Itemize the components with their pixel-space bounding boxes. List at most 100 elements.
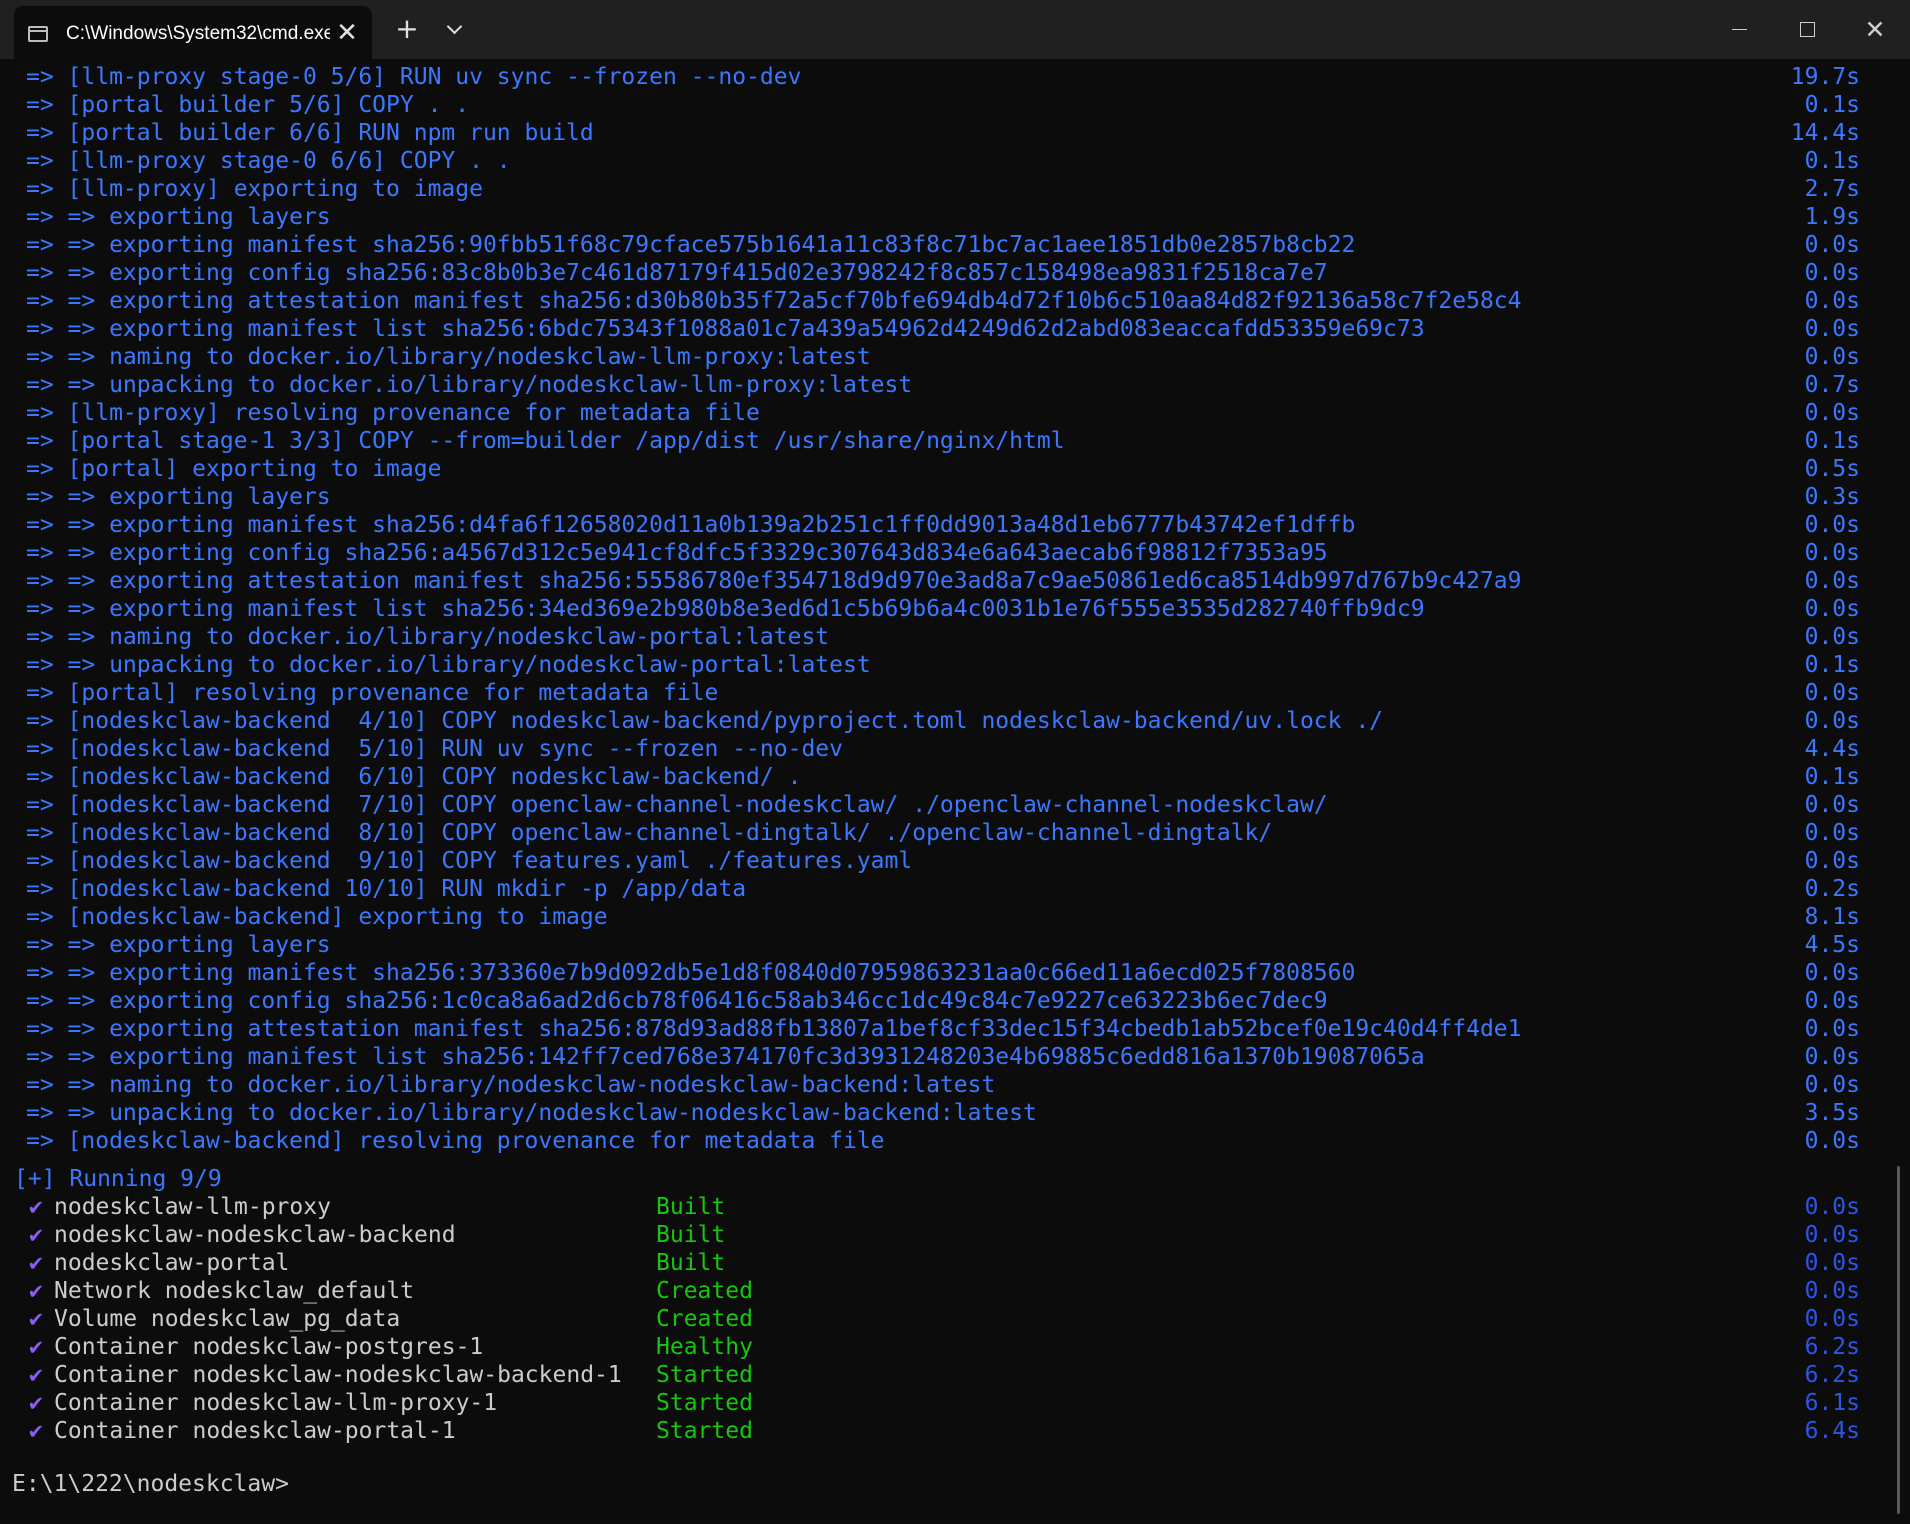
log-text: => [llm-proxy] resolving provenance for … xyxy=(26,400,760,426)
log-duration: 0.1s xyxy=(1804,148,1860,174)
log-line: => [nodeskclaw-backend 8/10] COPY opencl… xyxy=(0,819,1890,847)
log-text: => => unpacking to docker.io/library/nod… xyxy=(26,372,913,398)
log-duration: 19.7s xyxy=(1790,64,1860,90)
log-text: => => naming to docker.io/library/nodesk… xyxy=(26,624,830,650)
log-line: => [llm-proxy stage-0 5/6] RUN uv sync -… xyxy=(0,63,1890,91)
service-name: Volume nodeskclaw_pg_data xyxy=(54,1306,401,1332)
check-icon: ✔ xyxy=(29,1194,43,1220)
log-text: => [nodeskclaw-backend] resolving proven… xyxy=(26,1128,885,1154)
log-line: => [nodeskclaw-backend 7/10] COPY opencl… xyxy=(0,791,1890,819)
log-duration: 0.3s xyxy=(1804,484,1860,510)
log-text: => => exporting config sha256:83c8b0b3e7… xyxy=(26,260,1328,286)
log-duration: 0.1s xyxy=(1804,92,1860,118)
check-icon: ✔ xyxy=(29,1306,43,1332)
log-line: => => exporting manifest list sha256:34e… xyxy=(0,595,1890,623)
service-name: nodeskclaw-portal xyxy=(54,1250,290,1276)
log-text: => => exporting layers xyxy=(26,484,331,510)
log-duration: 0.0s xyxy=(1804,540,1860,566)
close-tab-icon[interactable]: ✕ xyxy=(332,18,362,48)
log-line: => => exporting attestation manifest sha… xyxy=(0,567,1890,595)
tab-title: C:\Windows\System32\cmd.exe xyxy=(66,23,330,44)
log-line: => => exporting config sha256:83c8b0b3e7… xyxy=(0,259,1890,287)
service-row: ✔ Volume nodeskclaw_pg_data Created 0.0s xyxy=(0,1305,1890,1333)
service-name: nodeskclaw-nodeskclaw-backend xyxy=(54,1222,456,1248)
log-duration: 0.0s xyxy=(1804,568,1860,594)
log-line: => => unpacking to docker.io/library/nod… xyxy=(0,371,1890,399)
service-name: Container nodeskclaw-postgres-1 xyxy=(54,1334,484,1360)
log-duration: 0.0s xyxy=(1804,1016,1860,1042)
log-line: => => exporting layers 0.3s xyxy=(0,483,1890,511)
log-text: => [nodeskclaw-backend 10/10] RUN mkdir … xyxy=(26,876,747,902)
service-duration: 0.0s xyxy=(1804,1278,1860,1304)
new-tab-button[interactable]: + xyxy=(392,14,422,44)
log-text: => [nodeskclaw-backend] exporting to ima… xyxy=(26,904,608,930)
service-name: Container nodeskclaw-llm-proxy-1 xyxy=(54,1390,498,1416)
log-duration: 4.4s xyxy=(1804,736,1860,762)
log-text: => => unpacking to docker.io/library/nod… xyxy=(26,652,871,678)
service-duration: 0.0s xyxy=(1804,1250,1860,1276)
log-duration: 0.1s xyxy=(1804,764,1860,790)
service-row: ✔ Container nodeskclaw-nodeskclaw-backend… xyxy=(0,1361,1890,1389)
log-duration: 0.0s xyxy=(1804,1072,1860,1098)
service-status: Started xyxy=(656,1390,753,1416)
maximize-icon xyxy=(1800,22,1815,37)
service-row: ✔ nodeskclaw-nodeskclaw-backend Built 0.0s xyxy=(0,1221,1890,1249)
check-icon: ✔ xyxy=(29,1362,43,1388)
log-line: => => exporting config sha256:a4567d312c… xyxy=(0,539,1890,567)
command-prompt[interactable]: E:\1\222\nodeskclaw> xyxy=(12,1470,289,1498)
service-name: Container nodeskclaw-portal-1 xyxy=(54,1418,456,1444)
log-line: => [llm-proxy stage-0 6/6] COPY . . 0.1s xyxy=(0,147,1890,175)
log-text: => [portal] exporting to image xyxy=(26,456,442,482)
log-line: => [nodeskclaw-backend 9/10] COPY featur… xyxy=(0,847,1890,875)
log-text: => [nodeskclaw-backend 8/10] COPY opencl… xyxy=(26,820,1273,846)
service-duration: 0.0s xyxy=(1804,1194,1860,1220)
log-duration: 0.0s xyxy=(1804,400,1860,426)
tab-dropdown-button[interactable] xyxy=(440,14,470,44)
log-duration: 0.0s xyxy=(1804,848,1860,874)
close-window-button[interactable]: ✕ xyxy=(1841,0,1909,59)
log-duration: 0.0s xyxy=(1804,680,1860,706)
check-icon: ✔ xyxy=(29,1250,43,1276)
terminal-tab[interactable]: C:\Windows\System32\cmd.exe ✕ xyxy=(14,6,372,59)
log-line: => => exporting manifest list sha256:142… xyxy=(0,1043,1890,1071)
log-text: => => exporting config sha256:a4567d312c… xyxy=(26,540,1328,566)
minimize-icon xyxy=(1732,29,1747,30)
service-row: ✔ nodeskclaw-llm-proxy Built 0.0s xyxy=(0,1193,1890,1221)
minimize-button[interactable] xyxy=(1705,0,1773,59)
log-text: => [nodeskclaw-backend 6/10] COPY nodesk… xyxy=(26,764,802,790)
service-row: ✔ nodeskclaw-portal Built 0.0s xyxy=(0,1249,1890,1277)
check-icon: ✔ xyxy=(29,1278,43,1304)
log-line: => => unpacking to docker.io/library/nod… xyxy=(0,1099,1890,1127)
log-duration: 0.0s xyxy=(1804,708,1860,734)
log-text: => => exporting manifest sha256:373360e7… xyxy=(26,960,1356,986)
maximize-button[interactable] xyxy=(1773,0,1841,59)
log-duration: 0.0s xyxy=(1804,344,1860,370)
log-duration: 0.0s xyxy=(1804,960,1860,986)
scrollbar[interactable] xyxy=(1897,1166,1900,1514)
log-line: => => exporting manifest list sha256:6bd… xyxy=(0,315,1890,343)
log-text: => [portal builder 5/6] COPY . . xyxy=(26,92,470,118)
service-row: ✔ Container nodeskclaw-portal-1 Started 6.4… xyxy=(0,1417,1890,1445)
log-line: => [portal] exporting to image 0.5s xyxy=(0,455,1890,483)
log-text: => [llm-proxy stage-0 6/6] COPY . . xyxy=(26,148,511,174)
log-text: => [portal] resolving provenance for met… xyxy=(26,680,719,706)
service-row: ✔ Network nodeskclaw_default Created 0.0s xyxy=(0,1277,1890,1305)
terminal-output[interactable]: => [llm-proxy stage-0 5/6] RUN uv sync -… xyxy=(0,63,1890,1524)
service-row: ✔ Container nodeskclaw-llm-proxy-1 Started… xyxy=(0,1389,1890,1417)
log-duration: 1.9s xyxy=(1804,204,1860,230)
log-duration: 2.7s xyxy=(1804,176,1860,202)
log-line: => => exporting manifest sha256:90fbb51f… xyxy=(0,231,1890,259)
service-status: Started xyxy=(656,1418,753,1444)
log-line: => [portal stage-1 3/3] COPY --from=buil… xyxy=(0,427,1890,455)
log-duration: 3.5s xyxy=(1804,1100,1860,1126)
log-duration: 0.1s xyxy=(1804,652,1860,678)
log-line: => => exporting manifest sha256:373360e7… xyxy=(0,959,1890,987)
service-name: Container nodeskclaw-nodeskclaw-backend-… xyxy=(54,1362,622,1388)
check-icon: ✔ xyxy=(29,1334,43,1360)
log-line: => [llm-proxy] exporting to image 2.7s xyxy=(0,175,1890,203)
log-line: => [llm-proxy] resolving provenance for … xyxy=(0,399,1890,427)
log-line: => => exporting layers 1.9s xyxy=(0,203,1890,231)
service-status: Built xyxy=(656,1250,726,1276)
log-duration: 0.7s xyxy=(1804,372,1860,398)
log-duration: 0.5s xyxy=(1804,456,1860,482)
